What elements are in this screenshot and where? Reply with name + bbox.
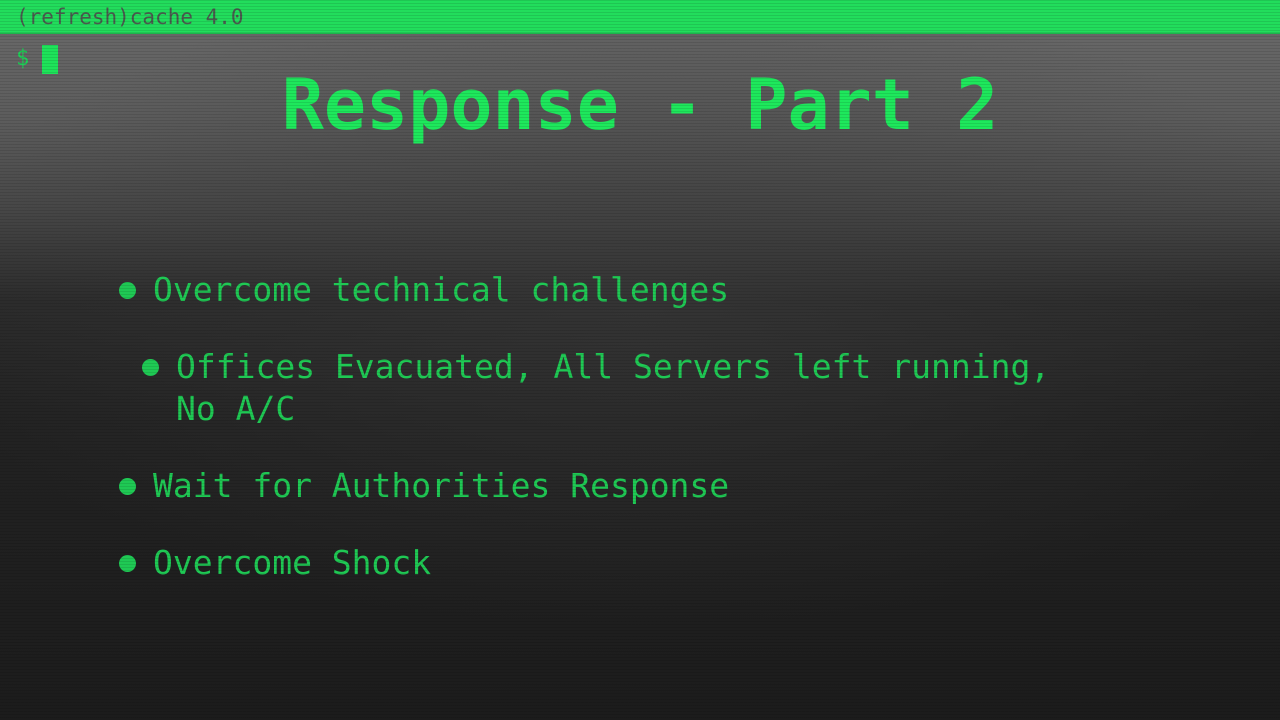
bullet-text: Overcome Shock [153, 543, 432, 582]
bullet-text: Offices Evacuated, All Servers left runn… [176, 347, 1051, 428]
bullet-dot-icon [119, 478, 136, 495]
bullet-item: Overcome Shock [119, 542, 431, 584]
bullet-dot-icon [119, 282, 136, 299]
sub-bullet-item: Offices Evacuated, All Servers left runn… [142, 346, 1056, 430]
bullet-text: Overcome technical challenges [153, 270, 730, 309]
bullet-dot-icon [142, 359, 159, 376]
bullet-list: Overcome technical challenges Offices Ev… [0, 0, 1280, 720]
bullet-item: Overcome technical challenges [119, 269, 729, 311]
bullet-item: Wait for Authorities Response [119, 465, 729, 507]
bullet-dot-icon [119, 555, 136, 572]
bullet-text: Wait for Authorities Response [153, 466, 730, 505]
